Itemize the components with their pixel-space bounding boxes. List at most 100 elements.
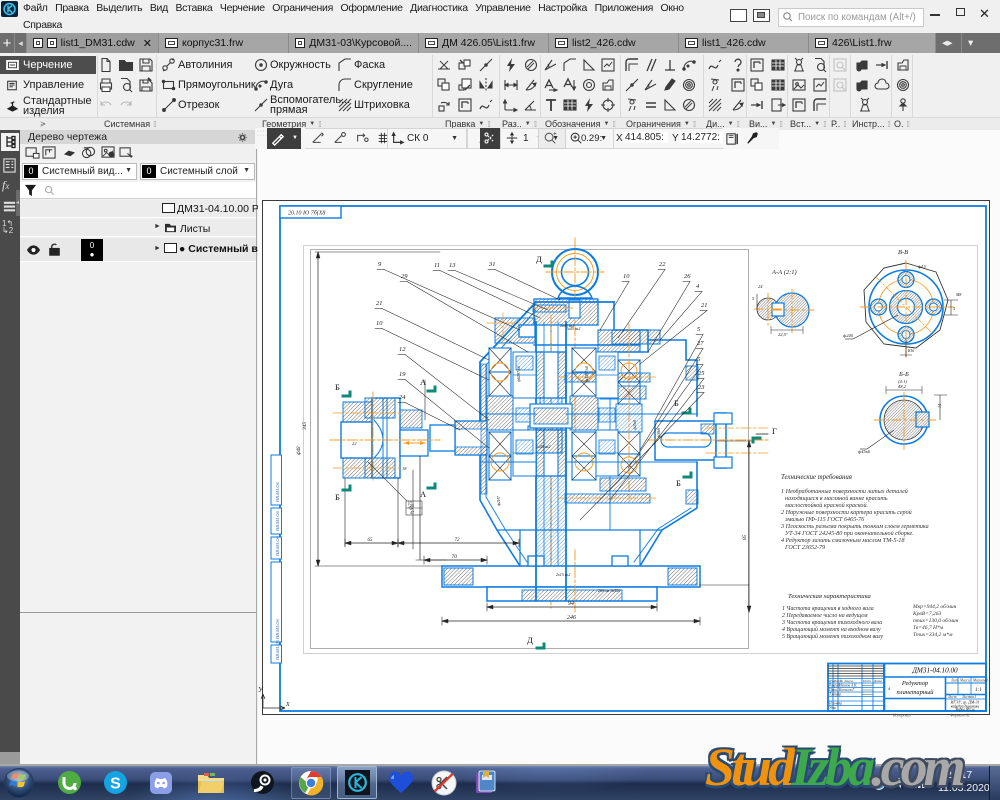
svg-text:Г: Г bbox=[772, 426, 777, 436]
svg-text:21: 21 bbox=[701, 302, 708, 309]
svg-text:13: 13 bbox=[449, 262, 456, 269]
svg-text:12: 12 bbox=[399, 346, 406, 353]
svg-text:А-А (2:1): А-А (2:1) bbox=[771, 269, 797, 276]
svg-text:29: 29 bbox=[401, 273, 408, 280]
svg-text:КрвВ=7,263: КрвВ=7,263 bbox=[912, 611, 941, 617]
svg-text:24: 24 bbox=[758, 284, 763, 289]
svg-text:Техническая характеристика: Техническая характеристика bbox=[788, 593, 872, 600]
svg-text:ГОСТ 23652-79: ГОСТ 23652-79 bbox=[784, 545, 825, 551]
svg-text:10: 10 bbox=[376, 320, 383, 327]
svg-text:А: А bbox=[420, 489, 427, 499]
svg-text:26: 26 bbox=[684, 273, 691, 280]
svg-text:маслостойкой красной краской.: маслостойкой красной краской. bbox=[784, 502, 868, 509]
svg-text:Пров.: Пров. bbox=[828, 688, 838, 692]
svg-text:Редуктор: Редуктор bbox=[901, 680, 928, 687]
svg-text:4 Вращающий момент на входном: 4 Вращающий момент на входном валу bbox=[782, 626, 881, 633]
svg-text:НВ.МЗ.Об: НВ.МЗ.Об bbox=[275, 619, 280, 640]
svg-text:19: 19 bbox=[399, 371, 406, 378]
svg-text:Тв=46,7 Н*м: Тв=46,7 Н*м bbox=[913, 624, 944, 631]
svg-text:27: 27 bbox=[697, 340, 704, 347]
svg-text:ф30Н7/к6: ф30Н7/к6 bbox=[585, 366, 589, 382]
svg-text:246: 246 bbox=[567, 614, 576, 621]
svg-text:31: 31 bbox=[488, 261, 496, 268]
svg-text:ф38к6: ф38к6 bbox=[657, 428, 661, 438]
svg-text:21: 21 bbox=[376, 300, 383, 307]
svg-text:1:1: 1:1 bbox=[975, 688, 982, 693]
svg-text:65: 65 bbox=[368, 538, 374, 543]
svg-text:14: 14 bbox=[937, 404, 942, 408]
svg-text:ф240: ф240 bbox=[843, 333, 854, 338]
svg-text:25: 25 bbox=[698, 370, 705, 377]
svg-text:2х45 вк2: 2х45 вк2 bbox=[560, 323, 574, 328]
svg-text:Ттих=334,2 м*м: Ттих=334,2 м*м bbox=[913, 631, 953, 638]
svg-text:18: 18 bbox=[402, 466, 407, 471]
svg-text:5 Вращающий момент тихоходном: 5 Вращающий момент тихоходном валу bbox=[782, 633, 884, 640]
svg-text:№ докум.: № докум. bbox=[839, 679, 854, 683]
svg-text:эмалью ПФ-115 ГОСТ 6465-76: эмалью ПФ-115 ГОСТ 6465-76 bbox=[785, 517, 865, 523]
svg-text:nтих=130,0 об/мин: nтих=130,0 об/мин bbox=[913, 617, 959, 624]
svg-text:Б: Б bbox=[335, 382, 340, 392]
svg-text:УТ-34 ГОСТ 24245-80 при оконча: УТ-34 ГОСТ 24245-80 при окончательной сб… bbox=[785, 530, 914, 537]
svg-text:22: 22 bbox=[352, 441, 357, 446]
svg-text:Лит.: Лит. bbox=[950, 679, 959, 683]
svg-text:Лист: Лист bbox=[947, 695, 957, 699]
svg-text:2х15 вк2: 2х15 вк2 bbox=[556, 572, 570, 577]
svg-text:Б: Б bbox=[335, 492, 340, 502]
svg-text:Копировал: Копировал bbox=[892, 713, 911, 718]
svg-text:Копосов Г.: Копосов Г. bbox=[838, 688, 855, 692]
svg-text:Вирпа 88г.щ: Вирпа 88г.щ bbox=[956, 708, 975, 712]
svg-text:85: 85 bbox=[742, 534, 748, 540]
svg-text:Масштаб: Масштаб bbox=[972, 679, 988, 683]
svg-text:X: X bbox=[285, 702, 290, 708]
svg-text:Юб: Юб bbox=[907, 348, 915, 353]
svg-text:НВ.МЗ.Об: НВ.МЗ.Об bbox=[275, 511, 280, 532]
svg-text:Масса: Масса bbox=[959, 679, 970, 683]
svg-text:10: 10 bbox=[623, 273, 630, 280]
svg-text:Формат А1: Формат А1 bbox=[950, 713, 970, 718]
svg-text:Б: Б bbox=[676, 478, 681, 488]
svg-text:20.10 Ю 7б(Х8: 20.10 Ю 7б(Х8 bbox=[288, 210, 325, 217]
svg-text:л: л bbox=[887, 687, 890, 692]
svg-text:ф2Н7: ф2Н7 bbox=[496, 495, 501, 506]
svg-text:4 Редуктор залить смазочным ма: 4 Редуктор залить смазочным маслом ТМ-5-… bbox=[781, 537, 905, 544]
svg-text:3 Плоскость разъема покрыть то: 3 Плоскость разъема покрыть тонким слоем… bbox=[780, 524, 929, 530]
svg-text:ДМ31-04.10.00: ДМ31-04.10.00 bbox=[911, 667, 958, 675]
svg-text:Технические требования: Технические требования bbox=[781, 474, 852, 481]
svg-text:Листов 1: Листов 1 bbox=[961, 695, 977, 699]
svg-text:24: 24 bbox=[399, 394, 406, 401]
svg-text:345: 345 bbox=[301, 422, 308, 432]
svg-text:ф62Н7/к6: ф62Н7/к6 bbox=[517, 366, 521, 382]
svg-text:11: 11 bbox=[434, 262, 440, 269]
svg-text:Подп.: Подп. bbox=[862, 679, 872, 683]
svg-text:ф45к6: ф45к6 bbox=[858, 449, 871, 454]
svg-text:2 Наружные поверхности картера: 2 Наружные поверхности картера красить с… bbox=[781, 509, 912, 516]
svg-text:Мкр=944,2 об/мин: Мкр=944,2 об/мин bbox=[912, 603, 957, 610]
svg-text:70: 70 bbox=[452, 554, 458, 560]
svg-text:1 Частота вращения в ходного в: 1 Частота вращения в ходного вала bbox=[782, 605, 874, 612]
svg-text:1 Необработанные поверхности л: 1 Необработанные поверхности литых детал… bbox=[781, 488, 908, 495]
svg-text:Иванов А.К.: Иванов А.К. bbox=[838, 684, 857, 688]
svg-text:200 мк №920: 200 мк №920 bbox=[598, 588, 620, 593]
svg-text:S: S bbox=[110, 776, 121, 793]
svg-text:НВ.МЗ.Об: НВ.МЗ.Об bbox=[275, 482, 280, 503]
svg-text:Б-Б: Б-Б bbox=[898, 371, 909, 378]
svg-text:ф48: ф48 bbox=[297, 446, 302, 455]
svg-text:В-В: В-В bbox=[898, 249, 908, 256]
svg-text:22: 22 bbox=[659, 261, 666, 268]
svg-text:Б: Б bbox=[674, 398, 679, 408]
svg-text:М8: М8 bbox=[955, 292, 961, 297]
svg-text:ф25к6: ф25к6 bbox=[633, 420, 637, 430]
svg-text:94: 94 bbox=[568, 600, 574, 607]
svg-text:Д: Д bbox=[536, 254, 542, 264]
svg-text:Дата: Дата bbox=[873, 679, 882, 683]
svg-text:НВ.МЗ.Об: НВ.МЗ.Об bbox=[275, 536, 280, 557]
svg-text:23: 23 bbox=[698, 384, 705, 391]
svg-text:Утв.: Утв. bbox=[829, 706, 837, 710]
svg-text:ф4.5: ф4.5 bbox=[918, 264, 926, 269]
svg-text:Д: Д bbox=[527, 635, 533, 645]
svg-text:А: А bbox=[420, 377, 427, 387]
svg-text:2х45 вк2: 2х45 вк2 bbox=[536, 444, 550, 449]
svg-text:2 Передаваемое число на ведуще: 2 Передаваемое число на ведущем bbox=[782, 612, 868, 619]
svg-text:3 Частота вращения тихоходного: 3 Частота вращения тихоходного вала bbox=[781, 619, 882, 626]
svg-text:планетарный: планетарный bbox=[897, 689, 935, 696]
